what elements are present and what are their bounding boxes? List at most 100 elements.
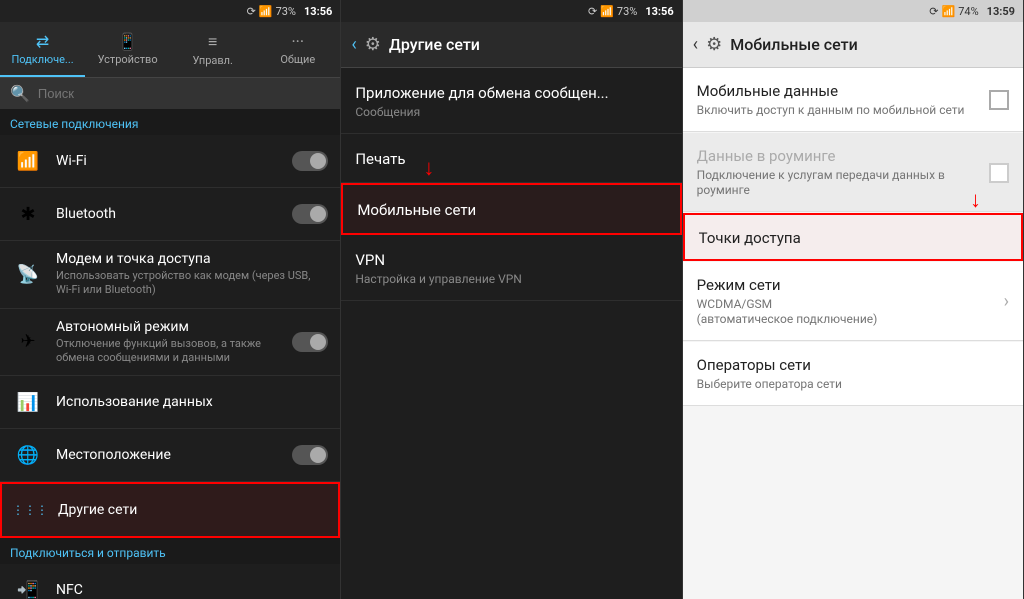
search-input[interactable] [38,86,330,101]
settings-list: 📶 Wi-Fi ✱ Bluetooth 📡 Модем и точка дост… [0,135,340,599]
settings-item-othernets[interactable]: ⋮⋮⋮ Другие сети [0,482,340,538]
tab-connect[interactable]: ⇄ Подключе... [0,22,85,77]
operators-title: Операторы сети [697,356,1009,374]
netmode-chevron-icon: › [1004,291,1009,312]
manage-icon: ≡ [174,32,251,52]
settings-item-location[interactable]: 🌐 Местоположение [0,429,340,482]
menu-item-mobilenets[interactable]: Мобильные сети ↓ [341,183,681,235]
settings-item-wifi[interactable]: 📶 Wi-Fi [0,135,340,188]
panel2-header: ‹ ⚙ Другие сети [341,22,681,68]
p2-rotate-icon: ⟳ [588,5,597,18]
section1-label: Сетевые подключения [0,109,340,135]
tab-connect-label: Подключе... [11,53,73,66]
panel2-gear-icon: ⚙ [365,34,381,55]
location-toggle-knob [310,447,326,463]
settings-item-airplane[interactable]: ✈ Автономный режим Отключение функций вы… [0,309,340,377]
othernets-icon: ⋮⋮⋮ [14,494,46,526]
accesspoints-title: Точки доступа [699,229,1007,247]
airplane-icon: ✈ [12,326,44,358]
panel2-time: 13:56 [645,5,673,18]
messages-subtitle: Сообщения [355,105,667,119]
wifi-icon: 📶 [12,145,44,177]
signal-icon: 📶 [259,5,273,18]
menu-item-messages[interactable]: Приложение для обмена сообщен... Сообщен… [341,68,681,134]
modem-content: Модем и точка доступа Использовать устро… [56,251,328,298]
panel2-status-icons: ⟳ 📶 73% [588,5,637,18]
roaming-subtitle: Подключение к услугам передачи данных в … [697,168,989,199]
roaming-row: Данные в роуминге Подключение к услугам … [697,147,1009,199]
datausage-title: Использование данных [56,394,328,410]
vpn-title: VPN [355,251,667,269]
mobiledata-content: Мобильные данные Включить доступ к данны… [697,82,965,119]
datausage-icon: 📊 [12,386,44,418]
panel3-status-icons: ⟳ 📶 74% [929,5,978,18]
tab-device[interactable]: 📱 Устройство [85,22,170,77]
panel1-status-icons: ⟳ 📶 73% [247,5,296,18]
battery-text: 73% [276,5,296,18]
panel1-time: 13:56 [304,5,332,18]
mobiledata-checkbox[interactable] [989,90,1009,110]
tab-manage[interactable]: ≡ Управл. [170,22,255,77]
location-icon: 🌐 [12,439,44,471]
mobiledata-subtitle: Включить доступ к данным по мобильной се… [697,103,965,119]
location-content: Местоположение [56,447,280,463]
roaming-content: Данные в роуминге Подключение к услугам … [697,147,989,199]
panel2-status-bar: ⟳ 📶 73% 13:56 [341,0,681,22]
general-icon: ··· [259,32,336,51]
airplane-toggle[interactable] [292,332,328,352]
p2-battery-text: 73% [617,5,637,18]
netmode-row: Режим сети WCDMA/GSM(автоматическое подк… [697,276,1009,328]
tab-general[interactable]: ··· Общие [255,22,340,77]
panel3-item-operators[interactable]: Операторы сети Выберите оператора сети [683,342,1023,406]
netmode-subtitle: WCDMA/GSM(автоматическое подключение) [697,297,878,328]
messages-title: Приложение для обмена сообщен... [355,84,667,102]
wifi-toggle-knob [310,153,326,169]
roaming-checkbox[interactable] [989,163,1009,183]
panel3-item-mobiledata[interactable]: Мобильные данные Включить доступ к данны… [683,68,1023,132]
settings-item-datausage[interactable]: 📊 Использование данных [0,376,340,429]
p3-signal-icon: 📶 [942,5,956,18]
p3-battery-text: 74% [958,5,978,18]
modem-icon: 📡 [12,258,44,290]
device-icon: 📱 [89,32,166,51]
modem-subtitle: Использовать устройство как модем (через… [56,269,328,298]
panel3-back-button[interactable]: ‹ [693,34,698,55]
search-icon: 🔍 [10,84,30,103]
settings-item-modem[interactable]: 📡 Модем и точка доступа Использовать уст… [0,241,340,309]
menu-item-vpn[interactable]: VPN Настройка и управление VPN [341,235,681,301]
nfc-icon: 📲 [12,574,44,599]
settings-item-nfc[interactable]: 📲 NFC [0,564,340,599]
panel3-status-bar: ⟳ 📶 74% 13:59 [683,0,1023,22]
modem-title: Модем и точка доступа [56,251,328,267]
wifi-toggle[interactable] [292,151,328,171]
mobiledata-title: Мобильные данные [697,82,965,100]
print-title: Печать [355,150,667,168]
bluetooth-title: Bluetooth [56,206,280,222]
netmode-content: Режим сети WCDMA/GSM(автоматическое подк… [697,276,878,328]
settings-item-bluetooth[interactable]: ✱ Bluetooth [0,188,340,241]
airplane-title: Автономный режим [56,319,280,335]
bluetooth-toggle[interactable] [292,204,328,224]
panel2-header-title: Другие сети [389,35,480,54]
section2-label: Подключиться и отправить [0,538,340,564]
menu-item-print[interactable]: Печать [341,134,681,183]
panel3-item-accesspoints[interactable]: Точки доступа ↓ [683,213,1023,261]
panel3-list: Мобильные данные Включить доступ к данны… [683,68,1023,599]
othernets-content: Другие сети [58,502,326,518]
wifi-title: Wi-Fi [56,153,280,169]
airplane-content: Автономный режим Отключение функций вызо… [56,319,280,366]
panel1: ⟳ 📶 73% 13:56 ⇄ Подключе... 📱 Устройство… [0,0,341,599]
tab-device-label: Устройство [98,53,158,66]
mobilenets-title: Мобильные сети [357,201,665,219]
tab-manage-label: Управл. [192,54,232,67]
location-toggle[interactable] [292,445,328,465]
panel3-item-netmode[interactable]: Режим сети WCDMA/GSM(автоматическое подк… [683,262,1023,341]
nfc-title: NFC [56,582,328,598]
mobiledata-row: Мобильные данные Включить доступ к данны… [697,82,1009,119]
nfc-content: NFC [56,582,328,598]
panel2-back-button[interactable]: ‹ [351,34,356,55]
panel3-gear-icon: ⚙ [706,34,722,55]
roaming-title: Данные в роуминге [697,147,989,165]
airplane-toggle-knob [310,334,326,350]
netmode-title: Режим сети [697,276,878,294]
